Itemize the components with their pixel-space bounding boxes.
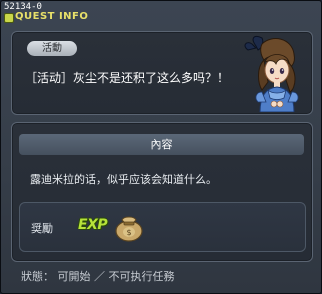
quest-status: 狀態： 可開始 ／ 不可执行任務 bbox=[21, 270, 175, 283]
window-title: QUEST INFO bbox=[15, 11, 89, 22]
reward-box: 奨勵 EXP $ bbox=[19, 202, 306, 252]
quest-info-window: 52134-0 QUEST INFO 活動 ［活动］灰尘不是还积了这么多吗？！ bbox=[0, 0, 322, 294]
quest-detail-panel: 內容 露迪米拉的话，似乎应该会知道什么。 奨勵 EXP $ bbox=[11, 122, 313, 262]
quest-summary-panel: 活動 ［活动］灰尘不是还积了这么多吗？！ bbox=[11, 31, 313, 115]
reward-label: 奨勵 bbox=[31, 222, 53, 235]
npc-portrait-icon bbox=[244, 35, 299, 112]
quest-category-tag: 活動 bbox=[27, 41, 77, 56]
quest-name: ［活动］灰尘不是还积了这么多吗？！ bbox=[25, 71, 230, 85]
content-header: 內容 bbox=[19, 134, 304, 155]
quest-description: 露迪米拉的话，似乎应该会知道什么。 bbox=[30, 173, 217, 186]
quest-title-icon bbox=[4, 13, 14, 23]
svg-text:$: $ bbox=[126, 228, 131, 237]
money-bag-icon[interactable]: $ bbox=[112, 210, 146, 242]
exp-reward-icon: EXP bbox=[78, 217, 108, 233]
